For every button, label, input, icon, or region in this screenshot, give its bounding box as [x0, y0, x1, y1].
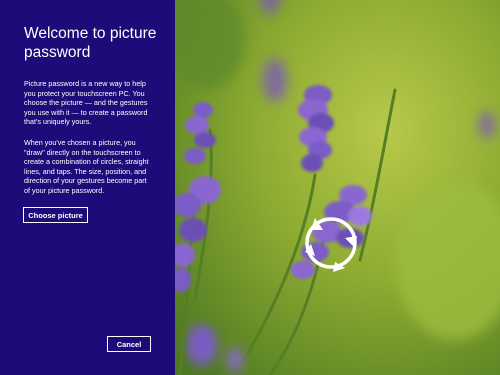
- left-panel: Welcome to picture password Picture pass…: [0, 0, 175, 375]
- page-title: Welcome to picture password: [24, 25, 157, 61]
- choose-picture-button[interactable]: Choose picture: [23, 207, 88, 223]
- instructions-paragraph: When you've chosen a picture, you "draw"…: [24, 138, 149, 195]
- intro-paragraph: Picture password is a new way to help yo…: [24, 79, 148, 127]
- picture-preview: [175, 0, 500, 375]
- lavender-photo: [175, 0, 500, 375]
- cancel-button[interactable]: Cancel: [107, 336, 151, 352]
